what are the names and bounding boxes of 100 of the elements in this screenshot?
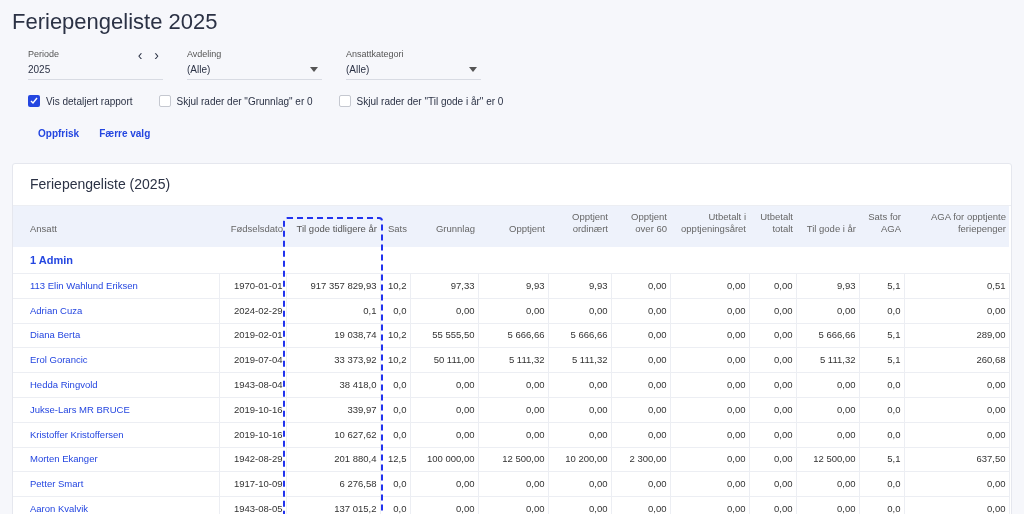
- table-cell: 289,00: [976, 329, 1006, 341]
- table-cell: 0,00: [589, 304, 608, 316]
- table-cell: 100 000,00: [426, 453, 475, 465]
- column-header: Til gode tidligere år: [296, 223, 377, 236]
- table-cell: 10,2: [388, 279, 407, 291]
- table-cell: 9,93: [526, 279, 545, 291]
- report-title: Feriepengeliste (2025): [29, 174, 172, 194]
- table-cell: 0,00: [589, 478, 608, 490]
- table-cell: 0,00: [589, 428, 608, 440]
- table-cell: 10 627,62: [334, 428, 377, 440]
- table-cell: 5,1: [887, 279, 901, 291]
- table-cell: 0,00: [987, 478, 1006, 490]
- employee-link[interactable]: Erol Gorancic: [30, 354, 88, 366]
- table-cell: 0,0: [393, 428, 407, 440]
- table-cell: 0,00: [456, 428, 475, 440]
- table-cell: 0,00: [648, 279, 667, 291]
- table-cell: 5 666,66: [570, 329, 608, 341]
- employee-link[interactable]: Adrian Cuza: [30, 304, 83, 316]
- action-link[interactable]: Oppfrisk: [38, 125, 80, 141]
- checkbox-label: Skjul rader der "Til gode i år" er 0: [356, 94, 504, 109]
- table-cell: 12 500,00: [813, 453, 856, 465]
- employee-link[interactable]: Petter Smart: [30, 478, 84, 490]
- table-cell: 12 500,00: [502, 453, 545, 465]
- table-cell: 0,00: [456, 304, 475, 316]
- table-cell: 10 200,00: [565, 453, 608, 465]
- column-header: AGA for opptjente feriepenger: [930, 211, 1006, 236]
- table-cell: 2019-07-04: [233, 354, 283, 366]
- table-cell: 0,0: [393, 478, 407, 490]
- table-cell: 0,00: [727, 502, 746, 514]
- table-cell: 0,00: [648, 478, 667, 490]
- period-field[interactable]: Periode ‹ › 2025: [28, 48, 163, 80]
- next-button[interactable]: ›: [154, 48, 159, 61]
- action-link[interactable]: Færre valg: [99, 125, 151, 141]
- table-cell: 5,1: [887, 354, 901, 366]
- table-cell: 0,00: [774, 304, 793, 316]
- employee-link[interactable]: Diana Berta: [30, 329, 81, 341]
- table-cell: 9,93: [589, 279, 608, 291]
- table-cell: 0,00: [456, 378, 475, 390]
- column-header: Ansatt: [30, 223, 57, 236]
- table-cell: 10,2: [388, 329, 407, 341]
- table-cell: 1917-10-09: [233, 478, 283, 490]
- table-cell: 0,00: [774, 378, 793, 390]
- checkbox[interactable]: [338, 95, 351, 107]
- table-cell: 5 111,32: [508, 354, 545, 366]
- table-cell: 0,00: [727, 478, 746, 490]
- field-value: 2025: [28, 62, 51, 77]
- table-cell: 55 555,50: [432, 329, 475, 341]
- checkbox-label: Vis detaljert rapport: [46, 94, 133, 109]
- table-cell: 0,00: [648, 378, 667, 390]
- previous-button[interactable]: ‹: [137, 48, 143, 61]
- table-cell: 1970-01-01: [233, 279, 283, 291]
- table-cell: 5 111,32: [571, 354, 608, 366]
- table-cell: 2019-10-16: [233, 403, 283, 415]
- table-cell: 0,00: [774, 403, 793, 415]
- table-cell: 0,1: [363, 304, 377, 316]
- checkbox[interactable]: [28, 95, 40, 107]
- column-header: Fødselsdato: [230, 223, 283, 236]
- table-cell: 5 666,66: [507, 329, 545, 341]
- table-cell: 0,0: [887, 403, 901, 415]
- column-header: Sats for AGA: [867, 211, 901, 236]
- table-cell: 0,00: [837, 304, 856, 316]
- employee-link[interactable]: Aaron Kvalvik: [30, 502, 89, 514]
- employee-link[interactable]: Hedda Ringvold: [30, 378, 98, 390]
- dropdown-field[interactable]: Avdeling (Alle): [187, 48, 322, 80]
- employee-link[interactable]: 113 Elin Wahlund Eriksen: [30, 279, 138, 291]
- table-cell: 0,00: [727, 403, 746, 415]
- table-cell: 0,00: [526, 403, 545, 415]
- table-cell: 0,00: [648, 354, 667, 366]
- table-cell: 0,0: [887, 478, 901, 490]
- table-cell: 2019-10-16: [233, 428, 283, 440]
- table-cell: 0,00: [987, 502, 1006, 514]
- table-cell: 0,00: [837, 502, 856, 514]
- page-title: Feriepengeliste 2025: [11, 8, 219, 36]
- employee-link[interactable]: Jukse-Lars MR BRUCE: [30, 403, 130, 415]
- checkbox[interactable]: [158, 95, 171, 107]
- caret-icon: [469, 66, 477, 72]
- table-cell: 0,00: [589, 378, 608, 390]
- column-header: Utbetalt i opptjeningsåret: [680, 211, 746, 236]
- column-header: Grunnlag: [435, 223, 475, 236]
- table-cell: 2019-02-01: [233, 329, 283, 341]
- table-cell: 0,00: [774, 428, 793, 440]
- field-value: (Alle): [187, 62, 211, 77]
- table-cell: 0,51: [987, 279, 1006, 291]
- dropdown-field[interactable]: Ansattkategori (Alle): [346, 48, 481, 80]
- table-cell: 0,00: [526, 502, 545, 514]
- table-cell: 637,50: [976, 453, 1006, 465]
- column-header: Opptjent ordinært: [571, 211, 608, 236]
- employee-link[interactable]: Kristoffer Kristoffersen: [30, 428, 124, 440]
- table-cell: 0,00: [727, 329, 746, 341]
- table-cell: 0,00: [727, 378, 746, 390]
- table-cell: 917 357 829,93: [310, 279, 377, 291]
- employee-link[interactable]: Morten Ekanger: [30, 453, 98, 465]
- table-cell: 0,0: [887, 502, 901, 514]
- table-cell: 0,00: [774, 354, 793, 366]
- table-cell: 0,0: [393, 304, 407, 316]
- table-cell: 9,93: [837, 279, 856, 291]
- column-header: Opptjent over 60: [630, 211, 667, 236]
- table-cell: 5 666,66: [818, 329, 856, 341]
- table-cell: 6 276,58: [339, 478, 377, 490]
- table-cell: 1943-08-04: [233, 378, 283, 390]
